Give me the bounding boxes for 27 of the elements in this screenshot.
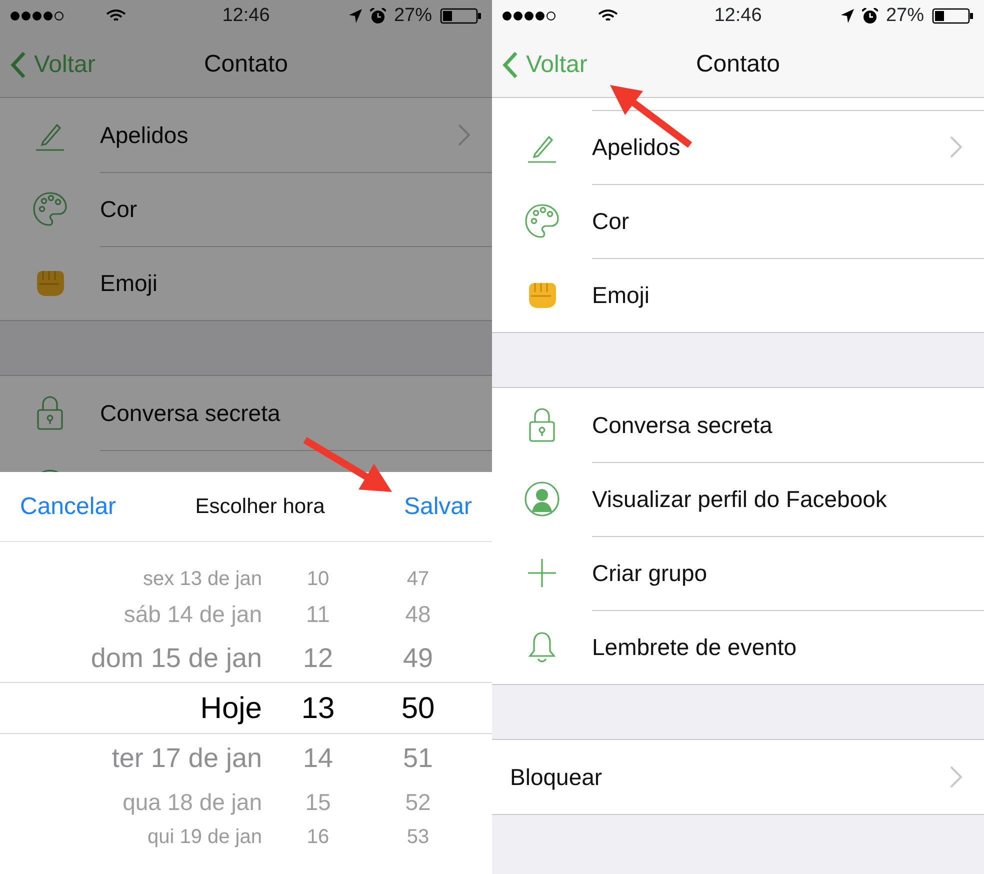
- location-icon: [840, 9, 854, 23]
- screen-title: Contato: [696, 50, 780, 79]
- palette-icon: [32, 191, 68, 227]
- save-button[interactable]: Salvar: [404, 488, 472, 524]
- time-text: 12:46: [222, 4, 270, 28]
- lock-icon: [35, 395, 65, 431]
- plus-icon: [527, 558, 557, 588]
- palette-icon: [524, 203, 560, 239]
- battery-icon: [932, 8, 974, 24]
- battery-icon: [440, 8, 482, 24]
- lock-icon: [527, 407, 557, 443]
- wifi-icon: [106, 9, 126, 23]
- sheet-title: Escolher hora: [195, 494, 325, 520]
- time-text: 12:46: [714, 4, 762, 28]
- back-chevron-icon: [502, 51, 518, 79]
- location-icon: [348, 9, 362, 23]
- bell-icon: [527, 630, 557, 664]
- battery-percent: 27%: [886, 4, 924, 28]
- picker-row[interactable]: Hoje 13 50: [0, 682, 492, 734]
- cancel-button[interactable]: Cancelar: [20, 488, 116, 524]
- alarm-icon: [862, 8, 878, 24]
- profile-icon: [524, 481, 560, 517]
- back-chevron-icon: [10, 51, 26, 79]
- alarm-icon: [370, 8, 386, 24]
- wifi-icon: [598, 9, 618, 23]
- screen-title: Contato: [204, 50, 288, 79]
- battery-percent: 27%: [394, 4, 432, 28]
